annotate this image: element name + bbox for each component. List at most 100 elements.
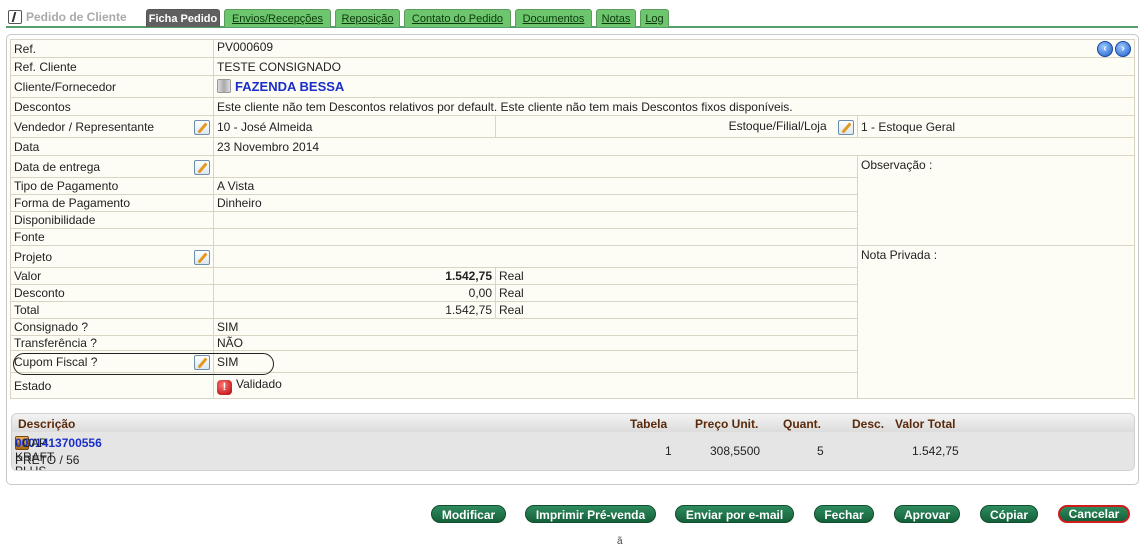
order-panel: Ref. PV000609 ‹ › Ref. Cliente TESTE CON… [6,34,1139,485]
tipo-pag-value: A Vista [213,177,858,195]
order-items-table: Descrição Tabela Preço Unit. Quant. Desc… [11,413,1135,471]
record-navigation: ‹ › [1097,41,1132,57]
data-value: 23 Novembro 2014 [212,137,1136,156]
fonte-value [213,228,858,246]
item-variant: PRETO / 56 [15,453,80,467]
valor-label: Valor [10,267,214,285]
transferencia-value: NÃO [213,335,858,351]
descontos-value: Este cliente não tem Descontos relativos… [212,97,1136,116]
nota-privada-label: Nota Privada : [861,248,938,262]
descontos-label: Descontos [10,97,214,116]
header-quant: Quant. [783,417,821,431]
transferencia-label: Transferência ? [10,335,214,351]
aprovar-button[interactable]: Aprovar [894,505,960,523]
entrega-value [213,155,858,178]
order-details-table: Ref. PV000609 ‹ › Ref. Cliente TESTE CON… [10,39,1136,399]
table-row: 0001413700556 - CAP KRAFT PLUS PRETO / 5… [12,432,1134,470]
app-logo-icon [8,10,22,24]
estoque-label-cell: Estoque/Filial/Loja [495,115,858,138]
desconto-currency: Real [495,284,858,302]
total-value: 1.542,75 [213,301,496,319]
app-title: Pedido de Cliente [8,8,127,26]
forma-pag-label: Forma de Pagamento [10,194,214,212]
header-descricao: Descrição [18,417,76,431]
estado-cell: ! Validado [213,372,858,399]
observacao-label: Observação : [861,158,933,172]
disponibilidade-value [213,211,858,229]
header-preco-unit: Preço Unit. [695,417,759,431]
consignado-label: Consignado ? [10,318,214,336]
enviar-email-button[interactable]: Enviar por e-mail [675,505,794,523]
edit-vendedor-icon[interactable] [194,119,210,135]
tab-reposicao[interactable]: Reposição [335,9,400,27]
tab-envios-recepcoes[interactable]: Envios/Recepções [224,9,331,27]
forma-pag-value: Dinheiro [213,194,858,212]
edit-projeto-icon[interactable] [194,249,210,265]
imprimir-pre-venda-button[interactable]: Imprimir Pré-venda [525,505,656,523]
estado-value: Validado [236,376,282,391]
fonte-label: Fonte [10,228,214,246]
edit-cupom-icon[interactable] [194,354,210,370]
nota-privada-cell: Nota Privada : [856,245,1136,399]
previous-record-icon[interactable]: ‹ [1097,41,1114,57]
header-tabela: Tabela [630,417,668,431]
projeto-value [213,245,858,268]
cupom-label: Cupom Fiscal ? [14,354,98,369]
ref-cliente-label: Ref. Cliente [10,57,214,76]
valor-currency: Real [495,267,858,285]
app-title-label: Pedido de Cliente [26,10,127,24]
ref-value: PV000609 [217,40,274,55]
edit-entrega-icon[interactable] [194,159,210,175]
ref-cliente-value: TESTE CONSIGNADO [212,57,1136,76]
cupom-value: SIM [213,350,858,373]
vendedor-value: 10 - José Almeida [213,115,496,138]
cancelar-button[interactable]: Cancelar [1058,505,1130,523]
desconto-value: 0,00 [213,284,496,302]
consignado-value: SIM [213,318,858,336]
tab-bar: Pedido de Cliente Ficha Pedido Envios/Re… [6,6,1138,28]
tab-ficha-pedido[interactable]: Ficha Pedido [146,9,220,27]
edit-estoque-icon[interactable] [838,119,854,135]
header-valor-total: Valor Total [895,417,956,431]
tab-contato-do-pedido[interactable]: Contato do Pedido [404,9,511,27]
cupom-label-cell: Cupom Fiscal ? [10,350,214,373]
vendedor-label-cell: Vendedor / Representante [10,115,214,138]
projeto-label: Projeto [14,249,53,264]
item-preco-unit: 308,5500 [710,444,761,458]
header-desc: Desc. [852,417,885,431]
item-valor-total: 1.542,75 [912,444,959,458]
cliente-cell: FAZENDA BESSA [212,75,1136,98]
ref-label: Ref. [10,39,214,58]
desconto-label: Desconto [10,284,214,302]
status-warning-icon: ! [217,379,232,395]
item-tabela: 1 [665,444,672,458]
tab-notas[interactable]: Notas [596,9,636,27]
disponibilidade-label: Disponibilidade [10,211,214,229]
entrega-label: Data de entrega [14,159,101,174]
data-label: Data [10,137,214,156]
copiar-button[interactable]: Cópiar [980,505,1038,523]
cliente-link[interactable]: FAZENDA BESSA [235,79,344,94]
estado-label: Estado [10,372,214,399]
cliente-label: Cliente/Fornecedor [10,75,214,98]
vendedor-label: Vendedor / Representante [14,119,155,134]
total-label: Total [10,301,214,319]
valor-value: 1.542,75 [213,267,496,285]
observacao-cell: Observação : [856,155,1136,246]
next-record-icon[interactable]: › [1115,41,1132,57]
estoque-label: Estoque/Filial/Loja [728,118,827,133]
tipo-pag-label: Tipo de Pagamento [10,177,214,195]
estoque-value: 1 - Estoque Geral [856,115,1136,138]
projeto-label-cell: Projeto [10,245,214,268]
total-currency: Real [495,301,858,319]
footer-partial-text: ã [617,536,623,545]
items-header-row: Descrição Tabela Preço Unit. Quant. Desc… [12,414,1134,432]
modificar-button[interactable]: Modificar [431,505,506,523]
tab-documentos[interactable]: Documentos [515,9,592,27]
fechar-button[interactable]: Fechar [814,505,874,523]
tab-log[interactable]: Log [640,9,669,27]
company-icon [217,79,231,93]
entrega-label-cell: Data de entrega [10,155,214,178]
item-quant: 5 [817,444,824,458]
ref-cell: PV000609 ‹ › [212,39,1136,58]
